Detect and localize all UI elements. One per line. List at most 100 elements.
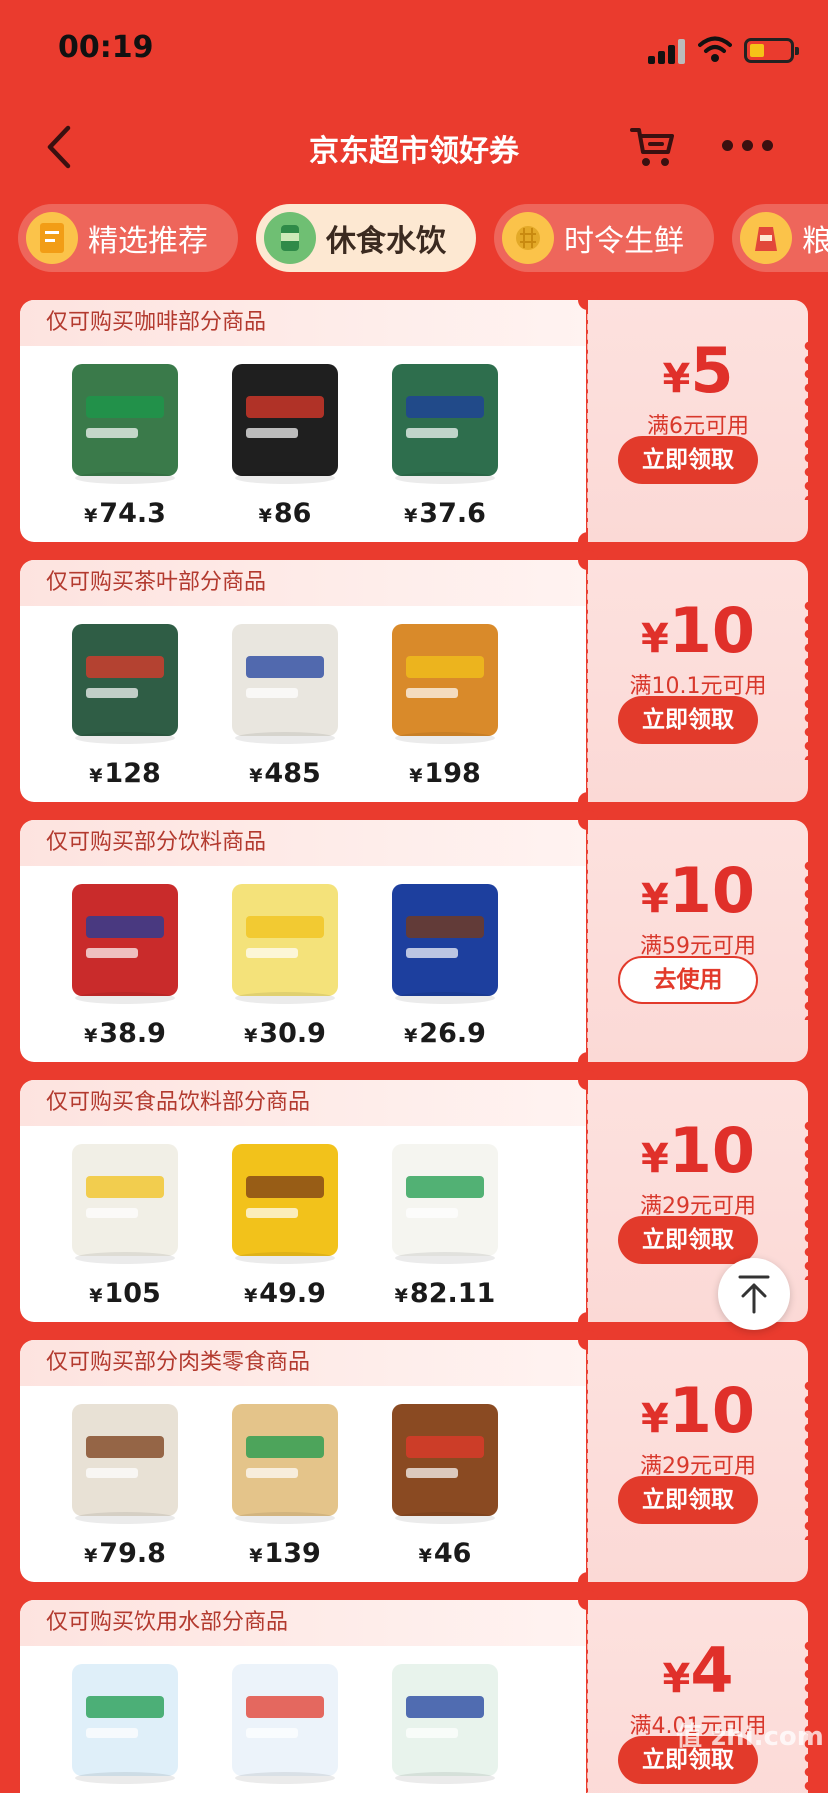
product-image [378, 1136, 512, 1268]
tab-snacks-drinks[interactable]: 休食水饮 [256, 204, 476, 272]
product-item[interactable]: ¥139 [210, 1396, 360, 1576]
product-image [378, 1396, 512, 1528]
product-price: ¥74.3 [84, 498, 166, 529]
claim-coupon-button[interactable]: 立即领取 [618, 1216, 758, 1264]
product-item[interactable]: ¥38.9 [50, 876, 200, 1056]
coupon-amount: ¥10 [640, 854, 756, 927]
product-row: ¥79.8 ¥139 ¥46 [20, 1386, 586, 1582]
ellipsis-icon[interactable] [722, 140, 774, 152]
coupon-card: 仅可购买部分肉类零食商品 ¥79.8 ¥139 ¥46 ¥10 满29元可用 立即领取 [20, 1330, 809, 1592]
product-image [58, 1136, 192, 1268]
product-price: ¥485 [249, 758, 321, 789]
product-row [20, 1646, 586, 1793]
coupon-value-panel: ¥4 满4.01元可用 立即领取 [588, 1600, 809, 1793]
product-image [378, 616, 512, 748]
product-item[interactable] [210, 1656, 360, 1793]
tab-label: 精选推荐 [88, 224, 208, 259]
coupon-card: 仅可购买部分饮料商品 ¥38.9 ¥30.9 ¥26.9 ¥10 满59元可用 去使用 [20, 810, 809, 1072]
coupon-value-panel: ¥10 满59元可用 去使用 [588, 820, 809, 1062]
coupon-scope-text: 仅可购买茶叶部分商品 [20, 560, 586, 606]
status-bar: 00:19 [0, 0, 828, 100]
product-image [58, 1656, 192, 1788]
cart-icon[interactable] [628, 122, 678, 172]
product-item[interactable]: ¥49.9 [210, 1136, 360, 1316]
product-item[interactable]: ¥74.3 [50, 356, 200, 536]
product-item[interactable]: ¥79.8 [50, 1396, 200, 1576]
product-price: ¥198 [409, 758, 481, 789]
drink-can-icon [264, 212, 316, 264]
coupon-amount: ¥10 [640, 1114, 756, 1187]
product-image [58, 876, 192, 1008]
product-price: ¥30.9 [244, 1018, 326, 1049]
scroll-to-top-button[interactable] [718, 1258, 790, 1330]
product-price: ¥38.9 [84, 1018, 166, 1049]
product-image [378, 1656, 512, 1788]
coupon-products-panel: 仅可购买部分饮料商品 ¥38.9 ¥30.9 ¥26.9 [20, 820, 586, 1062]
coupon-card: 仅可购买食品饮料部分商品 ¥105 ¥49.9 ¥82.11 ¥10 满29元可用 立即领取 [20, 1070, 809, 1332]
coupon-value-panel: ¥5 满6元可用 立即领取 [588, 300, 809, 542]
coupon-amount: ¥10 [640, 594, 756, 667]
product-item[interactable]: ¥128 [50, 616, 200, 796]
durian-icon [502, 212, 554, 264]
use-coupon-button[interactable]: 去使用 [618, 956, 758, 1004]
product-image [378, 876, 512, 1008]
product-row: ¥74.3 ¥86 ¥37.6 [20, 346, 586, 542]
tab-grains[interactable]: 粮 [732, 204, 828, 272]
product-item[interactable] [370, 1656, 520, 1793]
product-image [58, 356, 192, 488]
wifi-icon [698, 36, 732, 62]
coupon-scope-text: 仅可购买部分饮料商品 [20, 820, 586, 866]
coupon-scope-text: 仅可购买饮用水部分商品 [20, 1600, 586, 1646]
product-image [218, 616, 352, 748]
claim-coupon-button[interactable]: 立即领取 [618, 436, 758, 484]
category-tabs: 精选推荐 休食水饮 时令生鲜 粮 [0, 204, 828, 274]
claim-coupon-button[interactable]: 立即领取 [618, 1476, 758, 1524]
tab-fresh-produce[interactable]: 时令生鲜 [494, 204, 714, 272]
product-item[interactable]: ¥26.9 [370, 876, 520, 1056]
cellular-signal-icon [648, 38, 688, 64]
product-row: ¥105 ¥49.9 ¥82.11 [20, 1126, 586, 1322]
coupon-products-panel: 仅可购买部分肉类零食商品 ¥79.8 ¥139 ¥46 [20, 1340, 586, 1582]
battery-icon [744, 38, 799, 63]
product-row: ¥128 ¥485 ¥198 [20, 606, 586, 802]
coupon-products-panel: 仅可购买食品饮料部分商品 ¥105 ¥49.9 ¥82.11 [20, 1080, 586, 1322]
product-image [378, 356, 512, 488]
coupon-products-panel: 仅可购买茶叶部分商品 ¥128 ¥485 ¥198 [20, 560, 586, 802]
claim-coupon-button[interactable]: 立即领取 [618, 696, 758, 744]
page-title: 京东超市领好券 [309, 134, 519, 169]
grain-bag-icon [740, 212, 792, 264]
coupon-amount: ¥5 [662, 334, 734, 407]
coupon-card: 仅可购买咖啡部分商品 ¥74.3 ¥86 ¥37.6 ¥5 满6元可用 立即领取 [20, 290, 809, 552]
arrow-up-icon [738, 1275, 770, 1314]
product-item[interactable]: ¥198 [370, 616, 520, 796]
product-item[interactable]: ¥485 [210, 616, 360, 796]
product-price: ¥128 [89, 758, 161, 789]
coupon-scope-text: 仅可购买部分肉类零食商品 [20, 1340, 586, 1386]
product-item[interactable]: ¥30.9 [210, 876, 360, 1056]
tab-featured[interactable]: 精选推荐 [18, 204, 238, 272]
voucher-card-icon [26, 212, 78, 264]
coupon-scope-text: 仅可购买食品饮料部分商品 [20, 1080, 586, 1126]
product-item[interactable]: ¥105 [50, 1136, 200, 1316]
product-row: ¥38.9 ¥30.9 ¥26.9 [20, 866, 586, 1062]
product-item[interactable]: ¥82.11 [370, 1136, 520, 1316]
product-image [218, 876, 352, 1008]
product-price: ¥86 [258, 498, 312, 529]
product-item[interactable] [50, 1656, 200, 1793]
product-item[interactable]: ¥37.6 [370, 356, 520, 536]
tab-label: 时令生鲜 [564, 224, 684, 259]
product-image [58, 616, 192, 748]
product-image [218, 1396, 352, 1528]
coupon-amount: ¥10 [640, 1374, 756, 1447]
coupon-products-panel: 仅可购买咖啡部分商品 ¥74.3 ¥86 ¥37.6 [20, 300, 586, 542]
product-image [218, 1656, 352, 1788]
product-item[interactable]: ¥46 [370, 1396, 520, 1576]
product-price: ¥139 [249, 1538, 321, 1569]
coupon-products-panel: 仅可购买饮用水部分商品 [20, 1600, 586, 1793]
coupon-card: 仅可购买茶叶部分商品 ¥128 ¥485 ¥198 ¥10 满10.1元可用 立即领取 [20, 550, 809, 812]
product-image [58, 1396, 192, 1528]
product-price: ¥105 [89, 1278, 161, 1309]
product-item[interactable]: ¥86 [210, 356, 360, 536]
product-price: ¥26.9 [404, 1018, 486, 1049]
nav-bar: 京东超市领好券 [0, 100, 828, 195]
